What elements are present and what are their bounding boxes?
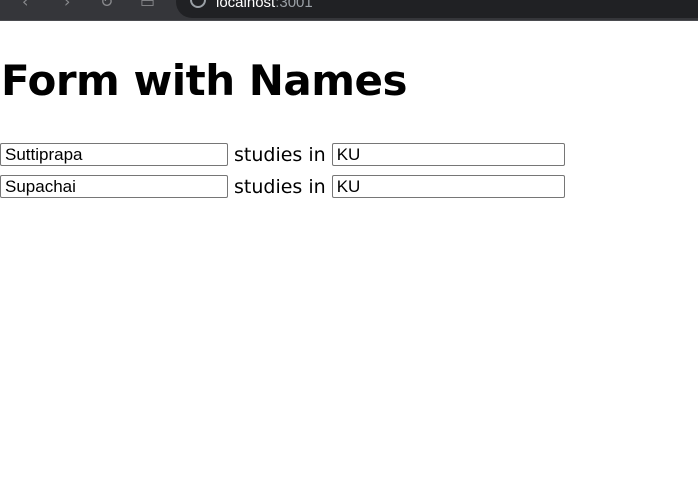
forward-icon[interactable]: › [64, 0, 70, 11]
address-url: localhost:3001 [216, 0, 313, 11]
connector-text: studies in [234, 175, 326, 198]
reload-icon[interactable]: ↻ [100, 0, 113, 11]
page-title: Form with Names [1, 56, 407, 105]
name-input[interactable] [0, 143, 228, 166]
browser-toolbar: ‹ › ↻ ▭ localhost:3001 [0, 0, 698, 21]
university-input[interactable] [331, 143, 565, 166]
university-input[interactable] [331, 175, 565, 198]
url-host: localhost [216, 0, 276, 11]
back-icon[interactable]: ‹ [22, 0, 28, 11]
connector-text: studies in [234, 143, 326, 166]
form-row: studies in [0, 175, 565, 198]
address-bar[interactable]: localhost:3001 [176, 0, 698, 18]
home-icon[interactable]: ▭ [140, 0, 155, 11]
url-port: :3001 [275, 0, 313, 11]
form-row: studies in [0, 143, 565, 166]
site-info-icon[interactable] [190, 0, 206, 8]
name-input[interactable] [0, 175, 228, 198]
